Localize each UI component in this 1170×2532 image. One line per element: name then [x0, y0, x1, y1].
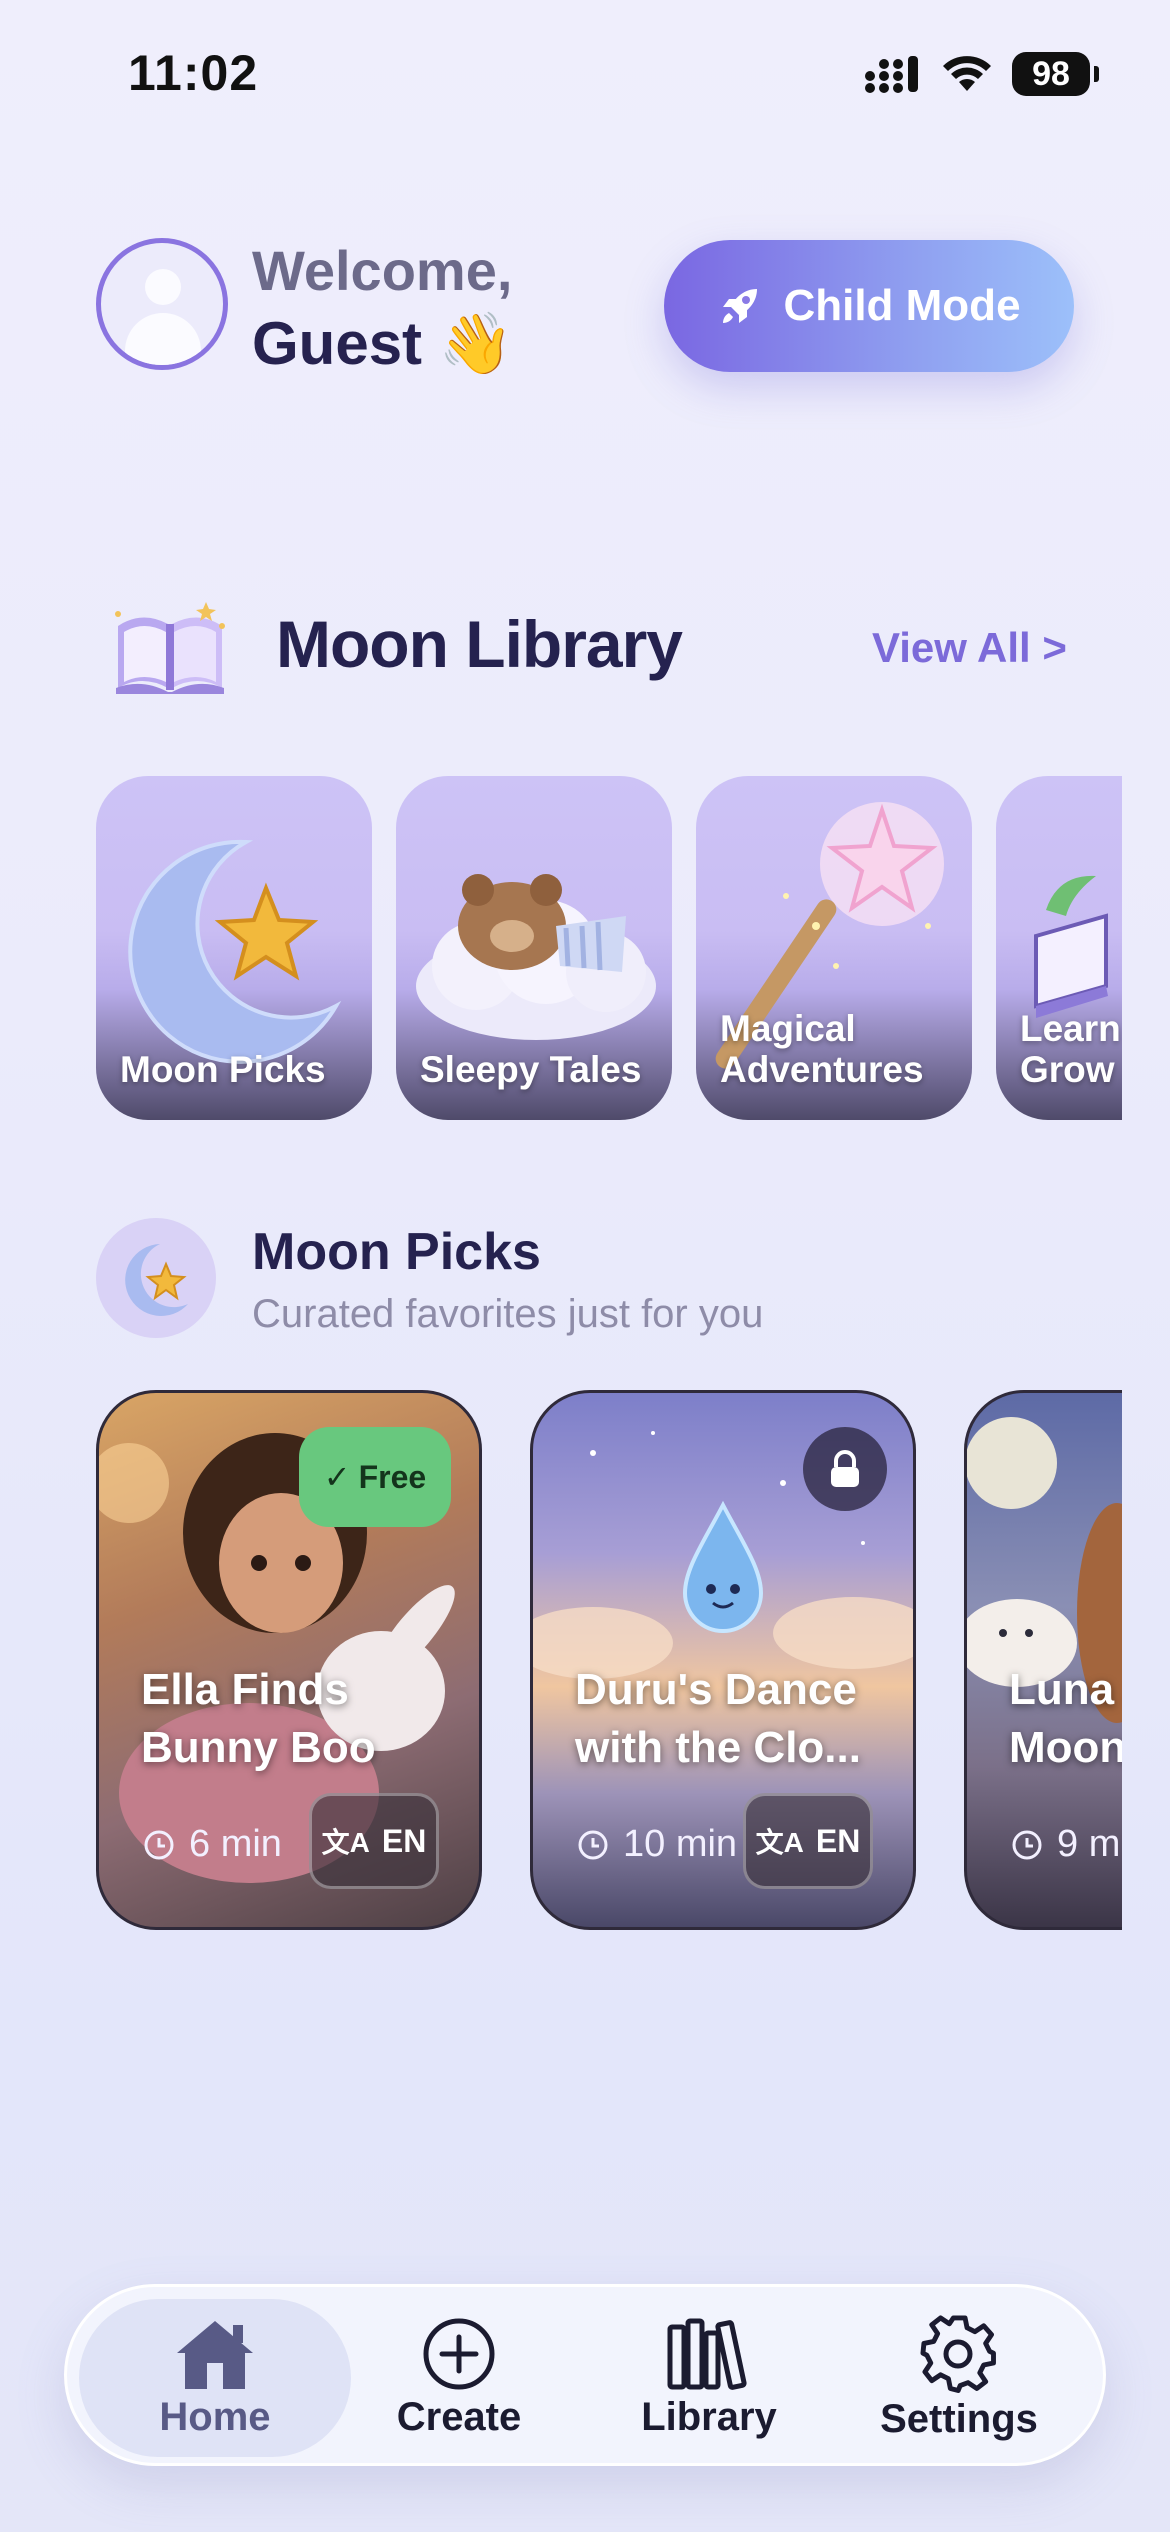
child-mode-label: Child Mode [783, 281, 1021, 330]
story-title: Duru's Dance with the Clo... [575, 1665, 861, 1772]
avatar[interactable] [96, 238, 228, 370]
story-card[interactable]: Luna and the Moon 9 min 文A EN [964, 1390, 1122, 1930]
category-card-learn-grow[interactable]: Learn & Grow [996, 776, 1122, 1120]
category-label: Sleepy Tales [420, 1049, 642, 1090]
wifi-icon [943, 56, 991, 91]
category-card-magical-adventures[interactable]: Magical Adventures [696, 776, 972, 1120]
gear-icon [920, 2314, 996, 2393]
story-title: Luna and the Moon [1009, 1665, 1122, 1772]
tab-settings[interactable]: Settings [823, 2299, 1095, 2457]
bottom-tab-bar: Home Create Library Settings [64, 2284, 1106, 2466]
home-icon [177, 2320, 253, 2389]
category-carousel[interactable]: Moon Picks Sleepy Tales Magical Adventur… [96, 776, 1122, 1120]
check-icon: ✓ [323, 1459, 351, 1495]
lock-badge [803, 1427, 887, 1511]
welcome-text: Welcome, [252, 239, 513, 302]
open-book-icon [115, 602, 225, 694]
moon-picks-title: Moon Picks [252, 1223, 541, 1281]
story-title: Ella Finds Bunny Boo [141, 1665, 376, 1772]
tab-create[interactable]: Create [323, 2299, 595, 2457]
clock-icon [1012, 1830, 1042, 1859]
translate-icon: 文A [321, 1827, 370, 1858]
moon-picks-badge [96, 1218, 216, 1338]
tab-library[interactable]: Library [573, 2299, 845, 2457]
story-duration: 6 min [143, 1823, 282, 1866]
story-duration: 10 min [577, 1823, 737, 1866]
clock-icon [144, 1830, 174, 1859]
translate-icon: 文A [755, 1827, 804, 1858]
language-badge[interactable]: 文A EN [743, 1793, 873, 1889]
clock-icon [578, 1830, 608, 1859]
moon-picks-subtitle: Curated favorites just for you [252, 1292, 764, 1336]
story-card[interactable]: ✓ Free Ella Finds Bunny Boo 6 min 文A EN [96, 1390, 482, 1930]
status-icons: 98 [864, 52, 1099, 96]
category-card-sleepy-tales[interactable]: Sleepy Tales [396, 776, 672, 1120]
rocket-icon [723, 289, 758, 323]
crescent-moon-star-icon [125, 1244, 188, 1316]
story-carousel[interactable]: ✓ Free Ella Finds Bunny Boo 6 min 文A EN … [96, 1390, 1122, 1930]
library-title: Moon Library [276, 607, 683, 681]
tab-label: Settings [880, 2396, 1038, 2441]
category-label: Magical Adventures [720, 1008, 924, 1090]
tab-label: Create [396, 2394, 522, 2439]
lock-icon [831, 1450, 859, 1487]
language-badge[interactable]: 文A EN [309, 1793, 439, 1889]
plus-circle-icon [423, 2318, 495, 2389]
tab-label: Library [641, 2394, 777, 2439]
category-label: Learn & Grow [1020, 1008, 1122, 1090]
signal-icon [865, 56, 918, 93]
battery-indicator: 98 [1012, 52, 1099, 96]
guest-name: Guest 👋 [252, 310, 514, 377]
story-card[interactable]: Duru's Dance with the Clo... 10 min 文A E… [530, 1390, 916, 1930]
child-mode-button[interactable]: Child Mode [664, 240, 1074, 372]
view-all-link[interactable]: View All > [872, 624, 1067, 672]
status-time: 11:02 [128, 45, 259, 101]
story-duration: 9 min [1011, 1823, 1122, 1866]
library-icon [667, 2318, 747, 2390]
category-card-moon-picks[interactable]: Moon Picks [96, 776, 372, 1120]
tab-label: Home [159, 2394, 271, 2439]
tab-home[interactable]: Home [79, 2299, 351, 2457]
category-label: Moon Picks [120, 1049, 326, 1090]
free-badge: ✓ Free [299, 1427, 451, 1527]
